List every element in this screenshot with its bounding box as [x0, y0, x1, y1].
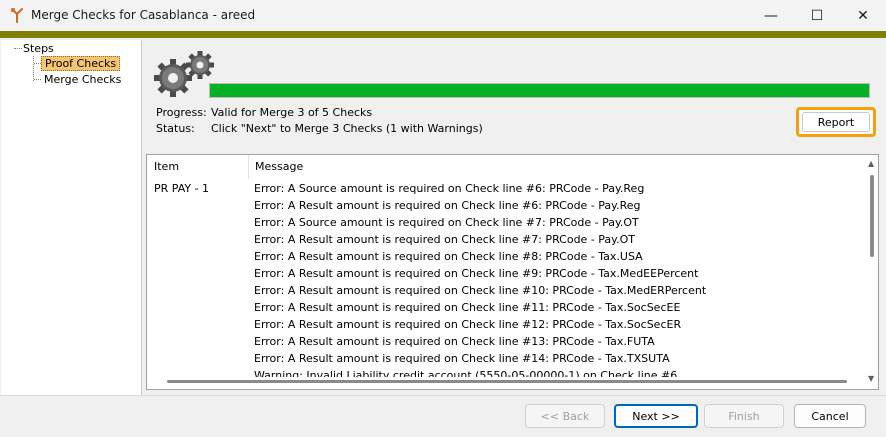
scroll-down-icon[interactable]: ▼: [868, 374, 874, 383]
column-header-item[interactable]: Item: [147, 155, 249, 179]
tree-connector: [34, 63, 41, 64]
horizontal-scrollbar[interactable]: [147, 375, 865, 389]
message-row: Error: A Result amount is required on Ch…: [254, 318, 682, 331]
maximize-button[interactable]: ☐: [794, 0, 840, 31]
message-row: Error: A Result amount is required on Ch…: [254, 250, 643, 263]
next-button[interactable]: Next >>: [614, 404, 698, 428]
vertical-scroll-thumb[interactable]: [870, 175, 874, 257]
steps-tree: Steps Proof Checks Merge Checks: [1, 40, 142, 395]
scroll-up-icon[interactable]: ▲: [868, 159, 874, 168]
message-row: Error: A Result amount is required on Ch…: [254, 352, 670, 365]
close-icon: ✕: [857, 7, 869, 24]
item-cell: PR PAY - 1: [154, 182, 210, 195]
minimize-button[interactable]: —: [748, 0, 794, 31]
report-button-label: Report: [802, 112, 870, 132]
vertical-scrollbar[interactable]: ▲ ▼: [865, 155, 878, 389]
tree-root-steps[interactable]: Steps: [23, 42, 54, 55]
message-column: Error: A Source amount is required on Ch…: [254, 180, 854, 377]
tree-connector: [33, 56, 34, 81]
tree-connector: [34, 79, 41, 80]
accent-bar: [0, 31, 886, 38]
minimize-icon: —: [764, 7, 778, 24]
progress-fill: [210, 84, 869, 97]
message-row: Error: A Source amount is required on Ch…: [254, 216, 639, 229]
close-button[interactable]: ✕: [840, 0, 886, 31]
title-bar: Merge Checks for Casablanca - areed — ☐ …: [0, 0, 886, 31]
finish-button[interactable]: Finish: [704, 404, 784, 428]
status-value: Click "Next" to Merge 3 Checks (1 with W…: [211, 122, 483, 135]
message-row: Error: A Result amount is required on Ch…: [254, 199, 641, 212]
window-title: Merge Checks for Casablanca - areed: [31, 8, 256, 22]
tree-connector: [14, 48, 22, 49]
cancel-button[interactable]: Cancel: [794, 404, 866, 428]
progress-label: Progress:: [156, 106, 207, 119]
message-row: Error: A Result amount is required on Ch…: [254, 267, 699, 280]
horizontal-scroll-thumb[interactable]: [167, 380, 847, 383]
status-label: Status:: [156, 122, 195, 135]
report-button[interactable]: Report: [796, 107, 876, 137]
footer-divider: [0, 395, 886, 396]
back-button[interactable]: << Back: [525, 404, 605, 428]
tree-item-merge-checks[interactable]: Merge Checks: [41, 72, 124, 87]
messages-list[interactable]: Item Message PR PAY - 1 Error: A Source …: [146, 154, 879, 390]
merge-app-icon: [11, 8, 23, 23]
message-row: Error: A Source amount is required on Ch…: [254, 182, 645, 195]
column-header-message[interactable]: Message: [250, 155, 303, 179]
message-row: Error: A Result amount is required on Ch…: [254, 335, 655, 348]
tree-item-proof-checks[interactable]: Proof Checks: [41, 56, 121, 71]
message-row: Error: A Result amount is required on Ch…: [254, 284, 707, 297]
message-row: Error: A Result amount is required on Ch…: [254, 233, 635, 246]
progress-bar: [209, 83, 870, 98]
message-row: Error: A Result amount is required on Ch…: [254, 301, 681, 314]
maximize-icon: ☐: [810, 7, 824, 24]
progress-value: Valid for Merge 3 of 5 Checks: [211, 106, 373, 119]
